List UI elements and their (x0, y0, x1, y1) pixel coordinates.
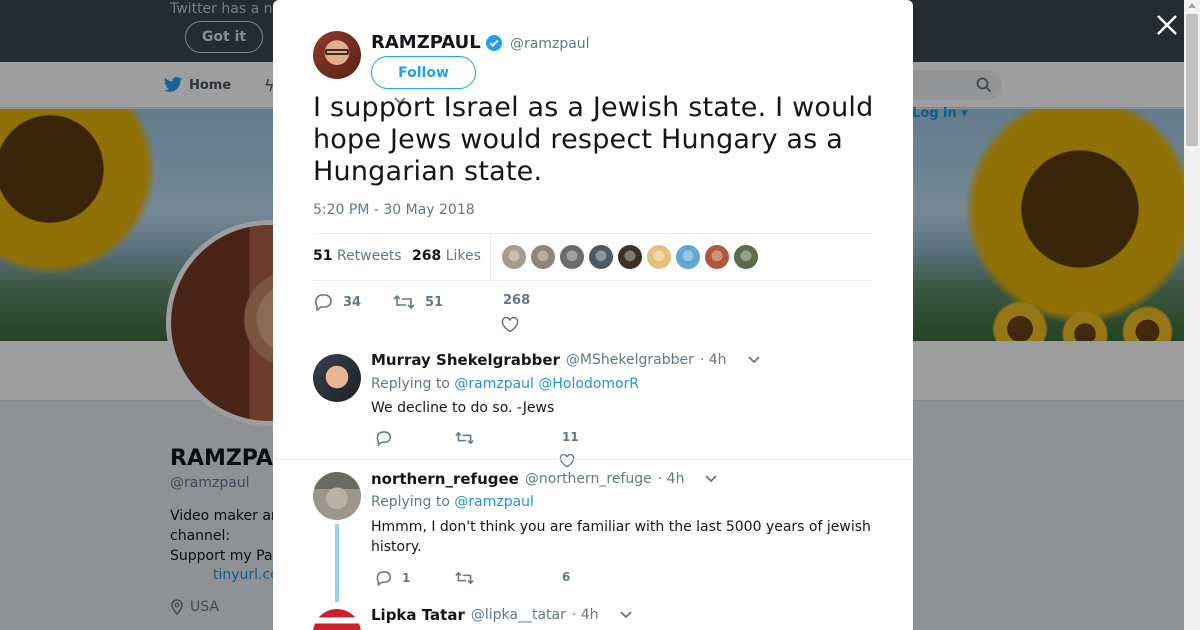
reply-icon (315, 294, 332, 311)
liker-avatar[interactable] (618, 245, 642, 269)
liker-avatar[interactable] (734, 245, 758, 269)
author-handle[interactable]: @ramzpaul (510, 36, 590, 52)
author-name[interactable]: RAMZPAUL (371, 32, 481, 53)
liker-avatar[interactable] (676, 245, 700, 269)
scroll-thumb[interactable] (1186, 14, 1198, 146)
follow-button[interactable]: Follow (371, 56, 476, 89)
reply-time[interactable]: · 4h (572, 607, 599, 623)
reply-actions: 1 6 (371, 570, 671, 590)
tweet-timestamp[interactable]: 5:20 PM - 30 May 2018 (313, 202, 475, 218)
reply-tweet[interactable]: Murray Shekelgrabber @MShekelgrabber · 4… (273, 340, 913, 468)
reply-avatar[interactable] (313, 354, 361, 402)
reply-actions: 11 (371, 430, 671, 468)
tweet-stats: 51 Retweets 268 Likes (313, 233, 873, 281)
heart-icon[interactable] (501, 317, 519, 333)
reply-button[interactable] (375, 430, 402, 446)
reply-author-name[interactable]: Murray Shekelgrabber (371, 351, 560, 369)
tweet-text: I support Israel as a Jewish state. I wo… (313, 92, 874, 187)
reply-time[interactable]: · 4h (700, 352, 727, 368)
reply-tweet[interactable]: Lipka Tatar @lipka__tatar · 4h (273, 599, 913, 630)
tweet-modal: RAMZPAUL @ramzpaul Follow I support Isra… (273, 0, 913, 630)
retweet-icon (455, 571, 474, 585)
reply-author-handle[interactable]: @northern_refuge (525, 471, 652, 487)
chevron-down-icon[interactable] (704, 474, 718, 484)
like-count[interactable]: 6 (562, 570, 570, 584)
reply-header: Lipka Tatar @lipka__tatar · 4h (371, 606, 633, 624)
like-button[interactable]: 268 (503, 293, 530, 308)
thread-line (335, 524, 339, 602)
reply-header: Murray Shekelgrabber @MShekelgrabber · 4… (371, 351, 761, 369)
replying-to: Replying to @ramzpaul (371, 494, 534, 510)
reply-tweet[interactable]: northern_refugee @northern_refuge · 4h R… (273, 459, 913, 602)
reply-text: Hmmm, I don't think you are familiar wit… (371, 519, 871, 555)
liker-avatar[interactable] (589, 245, 613, 269)
likers-avatars (502, 245, 758, 269)
tweet-actions: 34 51 268 (313, 293, 713, 333)
reply-text: We decline to do so. -Jews (371, 400, 555, 416)
reply-avatar[interactable] (313, 609, 361, 630)
reply-author-name[interactable]: Lipka Tatar (371, 606, 465, 624)
retweet-icon (455, 431, 474, 445)
reply-icon (376, 571, 391, 586)
chevron-down-icon[interactable] (619, 610, 633, 620)
scrollbar[interactable] (1184, 0, 1200, 630)
chevron-down-icon[interactable] (747, 355, 761, 365)
reply-time[interactable]: · 4h (658, 471, 685, 487)
liker-avatar[interactable] (502, 245, 526, 269)
retweet-button[interactable] (455, 570, 484, 586)
retweet-button[interactable]: 51 (393, 293, 443, 311)
reply-author-handle[interactable]: @MShekelgrabber (566, 352, 694, 368)
liker-avatar[interactable] (560, 245, 584, 269)
replying-to: Replying to @ramzpaul @HolodomorR (371, 376, 640, 392)
author-avatar[interactable] (313, 31, 361, 79)
reply-header: northern_refugee @northern_refuge · 4h (371, 470, 718, 488)
reply-button[interactable]: 34 (313, 293, 361, 311)
like-count[interactable]: 11 (562, 430, 579, 444)
verified-badge-icon (486, 35, 502, 51)
reply-avatar[interactable] (313, 472, 361, 520)
close-icon[interactable] (1154, 12, 1180, 38)
liker-avatar[interactable] (647, 245, 671, 269)
retweet-button[interactable] (455, 430, 484, 446)
divider (490, 234, 491, 281)
retweet-icon (393, 294, 415, 310)
scroll-up-arrow[interactable] (1188, 3, 1196, 8)
mention-link[interactable]: @ramzpaul @HolodomorR (454, 376, 639, 392)
liker-avatar[interactable] (705, 245, 729, 269)
reply-icon (376, 431, 391, 446)
reply-author-handle[interactable]: @lipka__tatar (471, 607, 566, 623)
mention-link[interactable]: @ramzpaul (454, 494, 534, 510)
reply-author-name[interactable]: northern_refugee (371, 470, 519, 488)
reply-button[interactable]: 1 (375, 570, 410, 586)
likes-stat[interactable]: 268 Likes (412, 248, 481, 264)
retweets-stat[interactable]: 51 Retweets (313, 248, 402, 264)
liker-avatar[interactable] (531, 245, 555, 269)
